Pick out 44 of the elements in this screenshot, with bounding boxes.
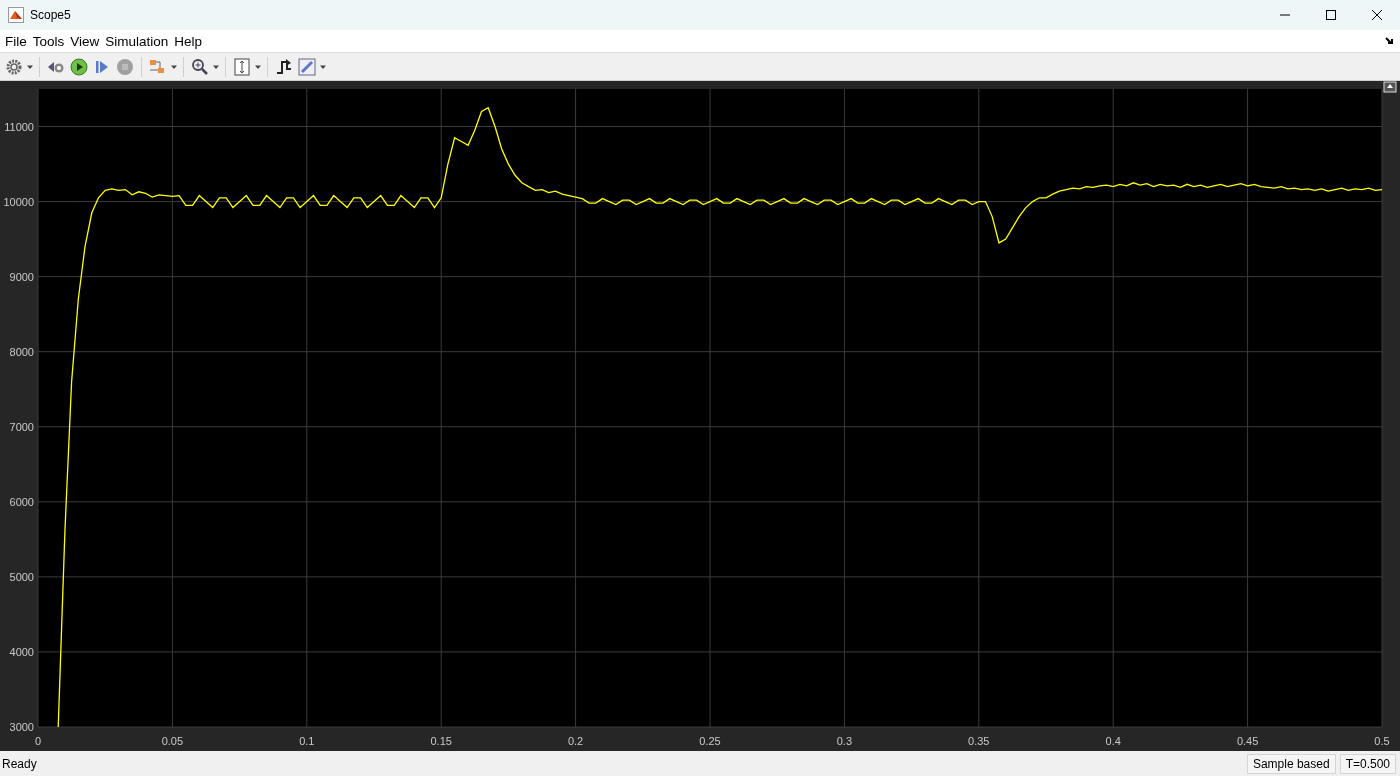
x-tick-label: 0 xyxy=(34,735,42,747)
x-tick-label: 0.05 xyxy=(161,735,184,747)
caret-icon[interactable] xyxy=(320,63,326,70)
run-icon[interactable] xyxy=(69,56,89,77)
caret-icon[interactable] xyxy=(171,63,177,70)
x-tick-label: 0.35 xyxy=(968,735,990,747)
x-tick-label: 0.4 xyxy=(1105,735,1121,747)
maximize-icon[interactable] xyxy=(1325,9,1337,21)
y-tick-label: 5000 xyxy=(9,570,34,583)
menu-item[interactable]: View xyxy=(67,33,103,49)
y-tick-label: 6000 xyxy=(9,495,34,508)
window-title: Scope5 xyxy=(30,8,71,22)
y-tick-label: 3000 xyxy=(9,721,34,733)
status-field: Sample based xyxy=(1246,754,1336,774)
close-icon[interactable] xyxy=(1371,9,1383,21)
x-tick-label: 0.45 xyxy=(1236,735,1259,747)
x-tick-label: 0.5 xyxy=(1374,735,1390,747)
caret-icon[interactable] xyxy=(27,63,33,70)
maximize-axes-icon[interactable] xyxy=(1383,81,1397,93)
x-tick-label: 0.25 xyxy=(699,735,721,747)
y-tick-label: 9000 xyxy=(9,270,34,283)
status-message: Ready xyxy=(2,757,38,771)
undock-arrow-icon[interactable] xyxy=(1385,36,1395,46)
menu-item[interactable]: Tools xyxy=(29,33,68,49)
status-field: T=0.500 xyxy=(1339,754,1396,774)
x-tick-label: 0.3 xyxy=(836,735,853,747)
x-tick-label: 0.15 xyxy=(430,735,452,747)
app-logo-icon xyxy=(8,7,24,23)
y-tick-label: 7000 xyxy=(9,420,34,433)
scale-axes-icon[interactable] xyxy=(232,56,252,77)
pen-style-icon[interactable] xyxy=(297,56,317,77)
y-tick-label: 11000 xyxy=(4,120,34,133)
menu-item[interactable]: File xyxy=(2,33,30,49)
y-tick-label: 4000 xyxy=(9,645,34,658)
y-tick-label: 10000 xyxy=(3,195,34,208)
zoom-icon[interactable] xyxy=(190,56,210,77)
menu-item[interactable]: Simulation xyxy=(102,33,172,49)
menu-item[interactable]: Help xyxy=(171,33,206,49)
y-tick-label: 8000 xyxy=(9,345,34,358)
x-tick-label: 0.1 xyxy=(299,735,315,747)
caret-icon[interactable] xyxy=(255,63,261,70)
caret-icon[interactable] xyxy=(213,63,219,70)
trigger-icon[interactable] xyxy=(274,56,294,77)
x-tick-label: 0.2 xyxy=(567,735,584,747)
